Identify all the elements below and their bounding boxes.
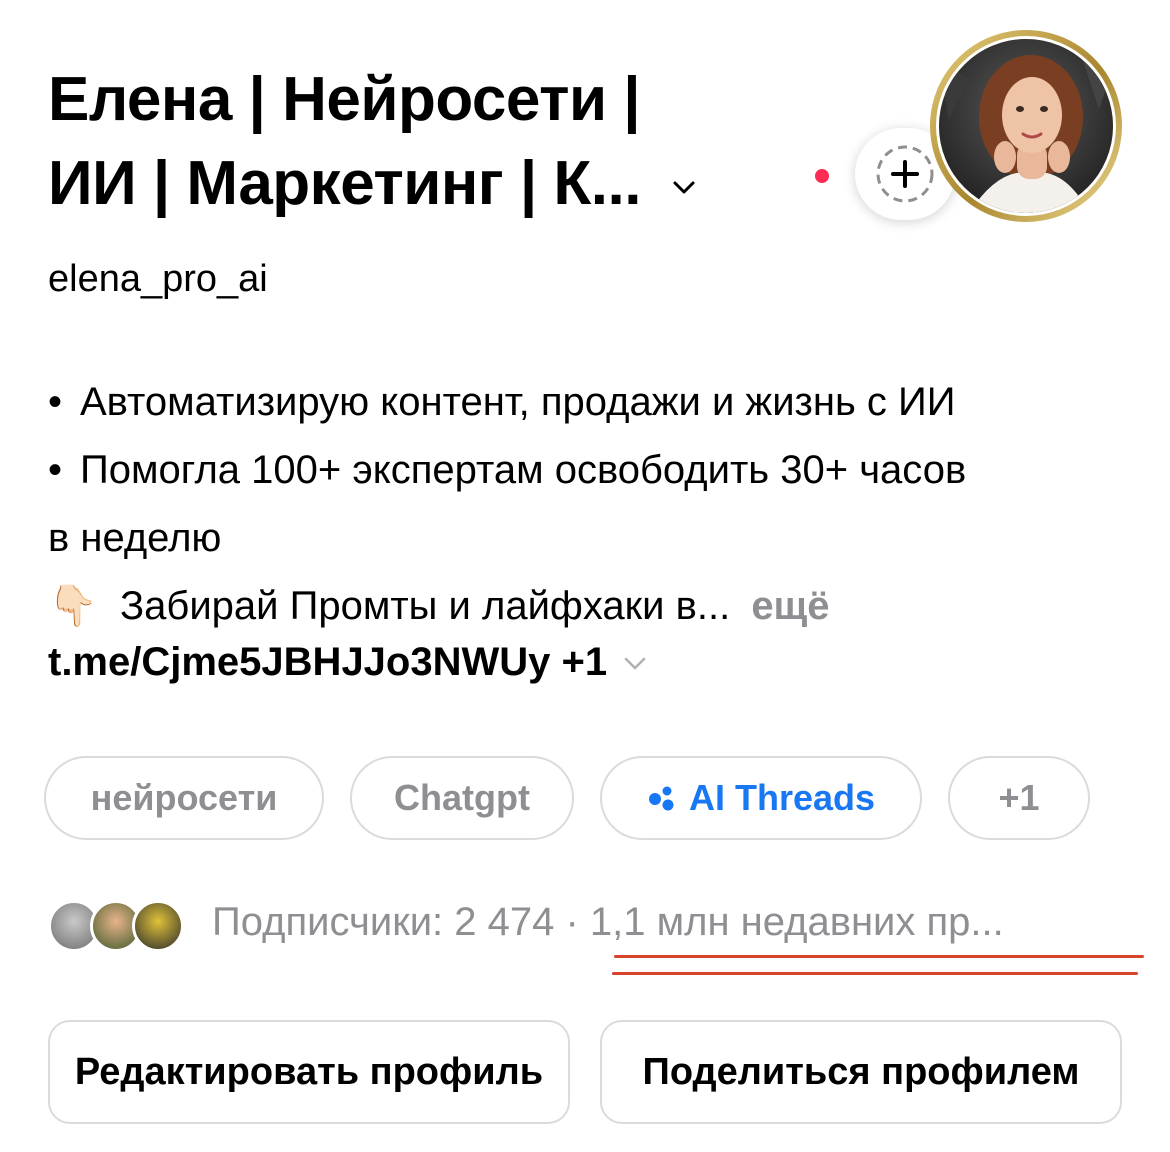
bullet: • <box>48 380 63 424</box>
chip-neural-networks[interactable]: нейросети <box>44 756 324 840</box>
chip-label: нейросети <box>90 777 278 818</box>
share-profile-button[interactable]: Поделиться профилем <box>600 1020 1122 1124</box>
chip-label: +1 <box>998 777 1040 818</box>
chip-chatgpt[interactable]: Chatgpt <box>350 756 574 840</box>
bio-line: • Помогла 100+ экспертам освободить 30+ ч… <box>48 436 1138 504</box>
annotation-underline <box>612 972 1138 975</box>
chip-label: AI Threads <box>688 777 876 818</box>
share-profile-label: Поделиться профилем <box>642 1050 1080 1093</box>
edit-profile-label: Редактировать профиль <box>74 1050 544 1093</box>
profile-link-text[interactable]: t.me/Cjme5JBHJJo3NWUy +1 <box>48 640 607 685</box>
chevron-down-icon[interactable] <box>621 649 649 677</box>
profile-name-line1: Елена | Нейросети | <box>48 65 641 134</box>
followers-count[interactable]: Подписчики: 2 474 · 1,1 млн недавних пр.… <box>212 900 1004 945</box>
avatar[interactable] <box>930 30 1122 222</box>
notification-dot <box>815 169 829 183</box>
chip-more[interactable]: +1 <box>948 756 1090 840</box>
avatar-photo <box>936 36 1116 216</box>
bio: • Автоматизирую контент, продажи и жизнь … <box>48 368 1138 640</box>
username: elena_pro_ai <box>48 258 268 300</box>
chip-ai-threads[interactable]: AI Threads <box>600 756 922 840</box>
plus-icon <box>876 145 934 203</box>
bio-line2: Помогла 100+ экспертам освободить 30+ ча… <box>80 448 967 492</box>
chevron-down-icon[interactable] <box>671 174 697 200</box>
profile-page: Елена | Нейросети | ИИ | Маркетинг | К..… <box>0 0 1170 1152</box>
follower-avatar[interactable] <box>132 900 184 952</box>
bio-line1: Автоматизирую контент, продажи и жизнь с… <box>80 380 956 424</box>
annotation-underline <box>614 955 1144 958</box>
edit-profile-button[interactable]: Редактировать профиль <box>48 1020 570 1124</box>
more-link[interactable]: ещё <box>751 584 829 628</box>
profile-link[interactable]: t.me/Cjme5JBHJJo3NWUy +1 <box>48 640 649 685</box>
bio-line: 👇🏻 Забирай Промты и лайфхаки в... ещё <box>48 572 1138 640</box>
bio-line3: в неделю <box>48 516 222 560</box>
pointing-down-icon: 👇🏻 <box>48 584 98 628</box>
bio-line: • Автоматизирую контент, продажи и жизнь … <box>48 368 1138 436</box>
chip-label: Chatgpt <box>394 777 530 818</box>
bullet: • <box>48 448 63 492</box>
bio-line4: Забирай Промты и лайфхаки в... <box>120 584 731 628</box>
profile-name-line2: ИИ | Маркетинг | К... <box>48 149 641 218</box>
threads-dots-icon <box>648 786 674 811</box>
profile-name[interactable]: Елена | Нейросети | ИИ | Маркетинг | К..… <box>48 58 768 226</box>
